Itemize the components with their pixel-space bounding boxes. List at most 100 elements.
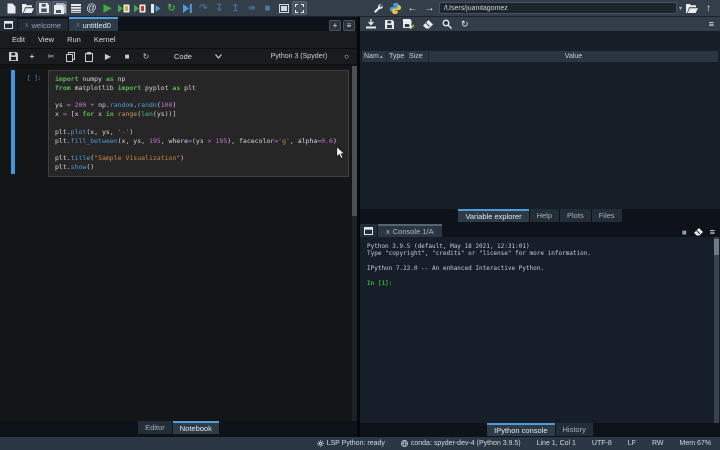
new-file-icon[interactable] [4,1,19,15]
tab-variable-explorer[interactable]: Variable explorer [458,209,528,222]
step-over-icon[interactable]: ↷ [196,1,211,15]
menu-view[interactable]: View [38,35,54,44]
stop-debug-icon[interactable]: ■ [260,1,275,15]
path-dropdown-icon[interactable]: ▾ [679,5,682,12]
tab-ipython-console[interactable]: IPython console [487,423,554,436]
step-out-icon[interactable]: ↥ [228,1,243,15]
restart-kernel-icon[interactable]: ↻ [141,52,151,61]
variable-explorer-toolbar: ↻ ≡ [360,17,720,31]
add-cell-icon[interactable]: + [27,52,37,61]
menu-run[interactable]: Run [67,35,81,44]
open-file-icon[interactable] [20,1,35,15]
chevron-down-icon [215,54,222,59]
cell-selection-bar [11,70,15,174]
memory-status: Mem 67% [679,440,711,447]
rerun-script-icon[interactable]: ↻ [164,1,179,15]
tab-help[interactable]: Help [530,209,559,222]
new-notebook-button[interactable]: + [329,20,341,31]
menu-edit[interactable]: Edit [12,35,25,44]
cell-type-select[interactable]: Code [174,52,222,61]
paste-cells-icon[interactable] [84,52,94,62]
interrupt-kernel-icon[interactable]: ■ [682,228,687,237]
tab-welcome[interactable]: x welcome [18,19,68,31]
preferences-icon[interactable] [371,1,386,15]
notebook-pane: x welcome x untitled0 + ≡ Edit View Run … [0,17,357,437]
gear-icon [317,440,324,447]
symbol-finder-icon[interactable]: @ [84,1,99,15]
tab-untitled0[interactable]: x untitled0 [69,17,118,31]
fullscreen-icon[interactable] [292,1,307,15]
copy-cells-icon[interactable] [65,52,75,62]
notebook-menubar: Edit View Run Kernel [0,31,357,49]
parent-directory-icon[interactable]: ↑ [701,1,716,15]
continue-icon[interactable]: ↠ [244,1,259,15]
scrollbar-thumb[interactable] [714,239,719,255]
debug-file-icon[interactable] [180,1,195,15]
interpreter-status[interactable]: conda: spyder-dev-4 (Python 3.9.5) [401,440,521,447]
ipython-console[interactable]: Python 3.9.5 (default, May 18 2021, 12:3… [360,237,720,440]
variable-explorer-header: Name ▴ Type Size Value [362,51,718,62]
save-data-as-icon[interactable] [403,19,414,29]
tab-console-1a[interactable]: x Console 1/A [378,224,442,237]
column-type[interactable]: Type [387,51,407,62]
close-tab-icon[interactable]: x [76,22,80,29]
console-scrollbar[interactable] [714,237,719,440]
tab-plots[interactable]: Plots [560,209,591,222]
save-icon[interactable] [36,1,51,15]
console-banner: Python 3.9.5 (default, May 18 2021, 12:3… [367,243,720,273]
forward-icon[interactable]: → [422,1,437,15]
column-name[interactable]: Name ▴ [362,51,387,62]
right-pane: ↻ ≡ Name ▴ Type Size Value Variable expl… [360,17,720,437]
run-cell-icon[interactable]: ▶ [103,52,113,61]
console-options-icon[interactable]: ≡ [710,227,715,237]
rerun-cell-icon[interactable] [132,1,147,15]
maximize-pane-icon[interactable] [276,1,291,15]
main-toolbar: @ ▶ ↻ ↷ ↧ ↥ ↠ ■ ← → ▾ ↑ [0,0,720,17]
tab-editor[interactable]: Editor [138,421,172,434]
right-upper-tabstrip: Variable explorer Help Plots Files [360,209,720,223]
notebook-tabbar: x welcome x untitled0 + ≡ [0,17,357,31]
tab-history[interactable]: History [556,423,593,436]
save-all-icon[interactable] [52,1,67,15]
close-tab-icon[interactable]: x [386,227,390,236]
variable-explorer-options-icon[interactable]: ≡ [709,19,714,29]
import-data-icon[interactable] [366,19,376,29]
file-switcher-icon[interactable] [68,1,83,15]
column-value[interactable]: Value [429,51,718,62]
permissions-status: RW [652,440,664,447]
cursor-position: Line 1, Col 1 [537,440,576,447]
notebook-toolbar: + ✂ ▶ ■ ↻ Code Python 3 (Spyder) ○ [0,49,357,65]
step-into-icon[interactable]: ↧ [212,1,227,15]
code-cell[interactable]: import numpy as npfrom matplotlib import… [48,70,349,177]
remove-all-variables-icon[interactable] [694,228,703,236]
tab-label: welcome [32,21,62,30]
tab-notebook[interactable]: Notebook [173,421,219,434]
sort-asc-icon: ▴ [380,54,383,60]
save-notebook-icon[interactable] [8,52,18,61]
run-file-icon[interactable]: ▶ [100,1,115,15]
tab-label: untitled0 [83,21,111,30]
back-icon[interactable]: ← [405,1,420,15]
close-tab-icon[interactable]: x [25,22,29,29]
run-selection-icon[interactable] [148,1,163,15]
python-env-icon[interactable] [388,1,403,15]
refresh-icon[interactable]: ↻ [461,19,469,30]
tab-files[interactable]: Files [592,209,622,222]
remove-all-icon[interactable] [423,20,433,29]
run-cell-icon[interactable] [116,1,131,15]
cut-cells-icon[interactable]: ✂ [46,52,56,61]
search-icon[interactable] [442,19,452,29]
save-data-icon[interactable] [385,20,394,29]
notebook-options-button[interactable]: ≡ [343,20,355,31]
notebook-webview: Edit View Run Kernel + ✂ ▶ ■ ↻ Code Pyth… [0,31,357,421]
browse-console-tabs-button[interactable] [360,224,377,237]
working-directory-input[interactable] [439,2,677,14]
globe-icon [401,440,408,447]
console-tabbar: x Console 1/A ■ ≡ [360,223,720,237]
column-size[interactable]: Size [407,51,429,62]
browse-folder-icon[interactable] [684,1,699,15]
browse-tabs-button[interactable] [0,18,17,31]
menu-kernel[interactable]: Kernel [94,35,116,44]
interrupt-kernel-icon[interactable]: ■ [122,52,132,61]
mouse-cursor [336,146,347,160]
